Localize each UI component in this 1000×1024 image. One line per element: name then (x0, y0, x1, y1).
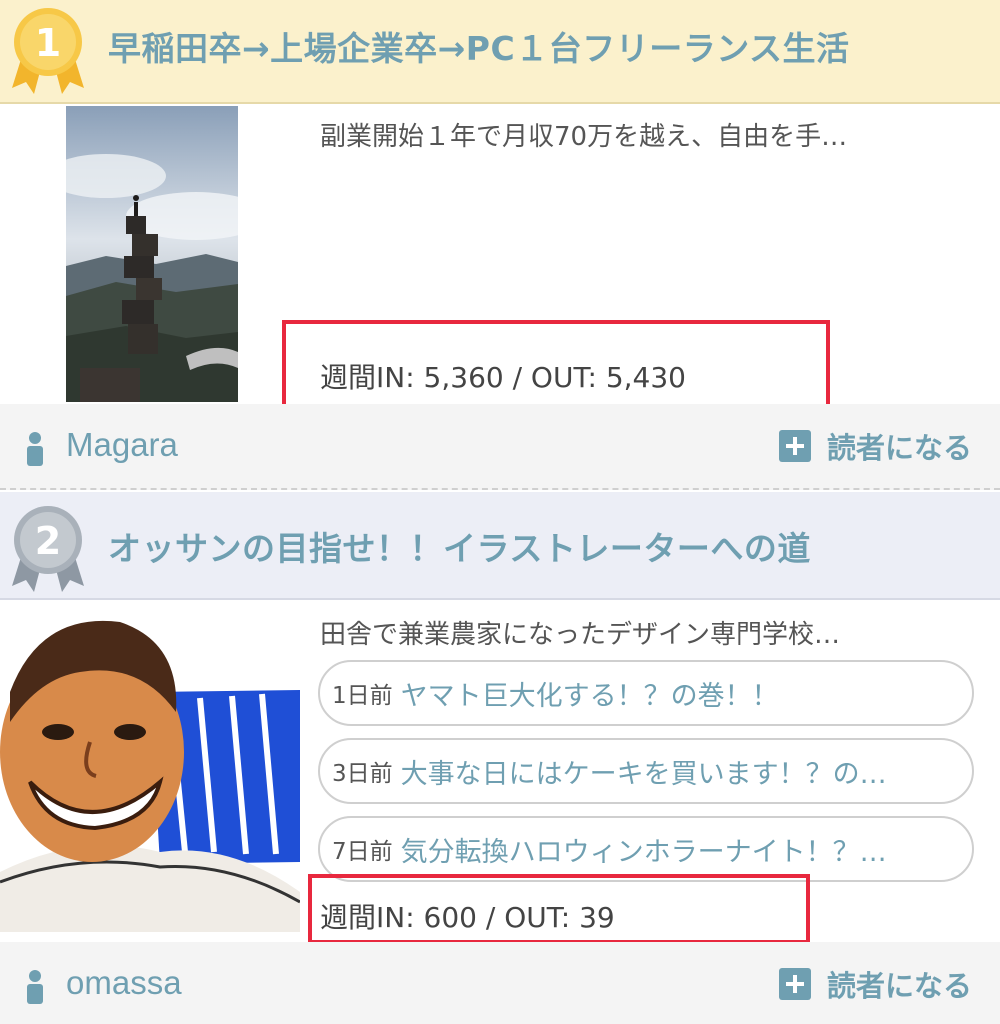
blog-thumbnail[interactable] (66, 106, 238, 402)
plus-icon (778, 430, 811, 462)
post-title[interactable]: 大事な日にはケーキを買います！？の… (401, 752, 887, 791)
recent-post-item[interactable]: 3日前 大事な日にはケーキを買います！？の… (318, 738, 974, 804)
entry-title-bar[interactable]: 2 オッサンの目指せ！！イラストレーターへの道 (0, 492, 1000, 600)
follow-label: 読者になる (826, 431, 972, 465)
post-date: 1日前 (332, 683, 393, 709)
user-name-link[interactable]: Magara (66, 426, 178, 464)
plus-icon (778, 968, 811, 1000)
blog-title[interactable]: 早稲田卒→上場企業卒→PC１台フリーランス生活 (108, 22, 850, 70)
blog-description: 田舎で兼業農家になったデザイン専門学校… (320, 620, 841, 650)
follow-label: 読者になる (826, 969, 972, 1003)
blog-thumbnail[interactable] (0, 602, 300, 932)
gold-medal-icon: 1 (12, 8, 84, 94)
post-date: 3日前 (332, 761, 393, 787)
follow-button[interactable]: 読者になる (778, 964, 972, 1004)
entry-footer: Magara 読者になる (0, 404, 1000, 490)
highlight-box (308, 874, 810, 944)
entry-footer: omassa 読者になる (0, 942, 1000, 1024)
rank-number: 1 (35, 21, 61, 65)
recent-post-item[interactable]: 7日前 気分転換ハロウィンホラーナイト！？… (318, 816, 974, 882)
user-icon (27, 970, 43, 1004)
silver-medal-icon: 2 (12, 506, 84, 592)
post-title[interactable]: ヤマト巨大化する！？の巻！！ (401, 674, 779, 713)
blog-title[interactable]: オッサンの目指せ！！イラストレーターへの道 (108, 522, 811, 570)
entry-title-bar[interactable]: 1 早稲田卒→上場企業卒→PC１台フリーランス生活 (0, 0, 1000, 104)
blog-description: 副業開始１年で月収70万を越え、自由を手… (320, 122, 848, 152)
recent-post-item[interactable]: 1日前 ヤマト巨大化する！？の巻！！ (318, 660, 974, 726)
post-date: 7日前 (332, 839, 393, 865)
follow-button[interactable]: 読者になる (778, 426, 972, 466)
recent-posts-list: 1日前 ヤマト巨大化する！？の巻！！ 3日前 大事な日にはケーキを買います！？の… (318, 660, 974, 894)
ranking-entry-2: 2 オッサンの目指せ！！イラストレーターへの道 田舎で兼業農家になったデザイン専… (0, 492, 1000, 1024)
rank-number: 2 (35, 519, 61, 563)
ranking-entry-1: 1 早稲田卒→上場企業卒→PC１台フリーランス生活 副業開始１年で月収70万を越… (0, 0, 1000, 490)
user-name-link[interactable]: omassa (66, 964, 182, 1002)
user-icon (27, 432, 43, 466)
post-title[interactable]: 気分転換ハロウィンホラーナイト！？… (401, 830, 887, 869)
